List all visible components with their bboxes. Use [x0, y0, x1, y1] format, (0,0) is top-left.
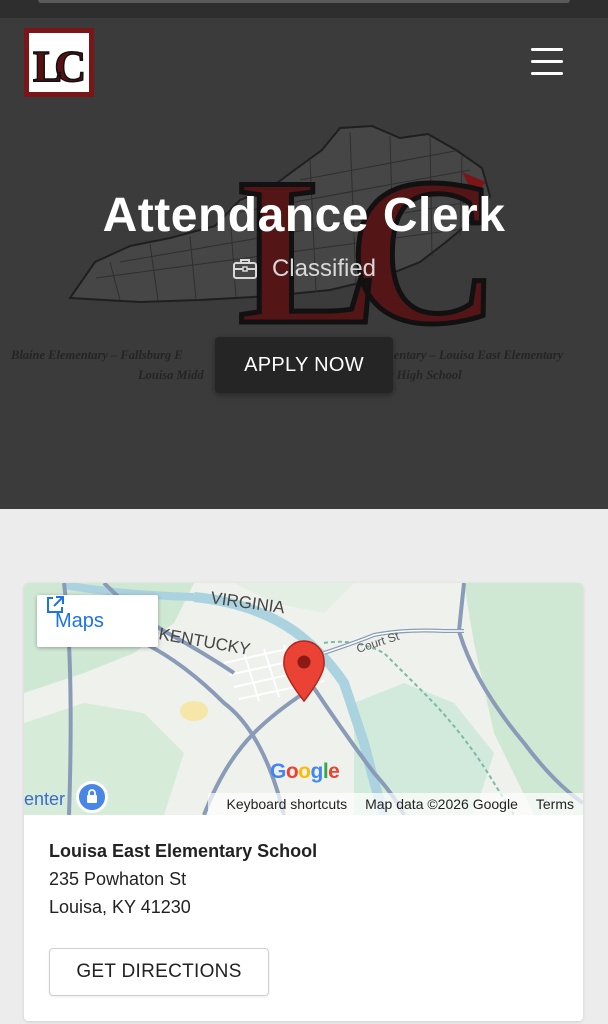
- shopping-bag-icon[interactable]: [76, 781, 108, 813]
- hamburger-menu-icon[interactable]: [526, 44, 568, 80]
- schools-line-2-left: Louisa Midd: [138, 368, 204, 382]
- lc-logo-icon: LC: [32, 41, 92, 92]
- location-card: VIRGINIA KENTUCKY Court St Google enter …: [24, 583, 583, 1021]
- apply-now-button[interactable]: APPLY NOW: [215, 337, 393, 393]
- embedded-map[interactable]: VIRGINIA KENTUCKY Court St Google enter …: [24, 583, 583, 815]
- schools-line-2-right: y High School: [388, 368, 462, 382]
- map-terms-link[interactable]: Terms: [536, 796, 574, 812]
- district-logo[interactable]: LC: [24, 28, 94, 97]
- map-attribution-bar: Keyboard shortcuts Map data ©2026 Google…: [208, 793, 583, 815]
- external-link-icon: [47, 596, 64, 613]
- keyboard-shortcuts-link[interactable]: Keyboard shortcuts: [226, 796, 347, 812]
- google-logo: Google: [270, 760, 340, 783]
- job-category: Classified: [0, 255, 608, 283]
- street-address: 235 Powhaton St: [49, 869, 187, 889]
- city-state-zip: Louisa, KY 41230: [49, 897, 191, 917]
- school-name: Louisa East Elementary School: [49, 841, 318, 861]
- job-title: Attendance Clerk: [102, 189, 506, 242]
- open-in-maps-link[interactable]: Maps: [37, 595, 158, 647]
- top-status-strip: [0, 0, 608, 18]
- address-block: Louisa East Elementary School 235 Powhat…: [49, 841, 569, 925]
- get-directions-button[interactable]: GET DIRECTIONS: [49, 948, 269, 996]
- schools-line-1-left: Blaine Elementary – Fallsburg E: [11, 348, 183, 362]
- schools-line-1-right: mentary – Louisa East Elementary: [384, 348, 564, 362]
- job-category-label: Classified: [271, 255, 377, 282]
- map-poi-label: enter: [24, 789, 66, 809]
- map-data-attribution: Map data ©2026 Google: [365, 796, 518, 812]
- hero-lc-letters: LC: [238, 136, 484, 368]
- hero-banner: LC LC Attendance Clerk Classified Blaine…: [0, 0, 608, 509]
- briefcase-icon: [232, 259, 257, 279]
- logo-text: LC: [33, 42, 83, 91]
